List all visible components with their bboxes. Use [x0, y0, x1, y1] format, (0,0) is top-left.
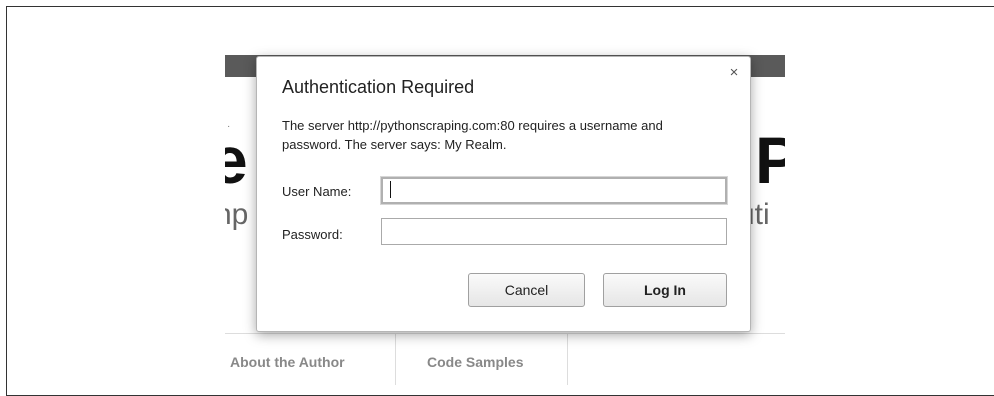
- dialog-message: The server http://pythonscraping.com:80 …: [282, 118, 663, 152]
- background-subheading-fragment-left: np: [225, 198, 249, 231]
- background-heading-fragment-right: P: [755, 123, 785, 197]
- text-cursor: [390, 181, 391, 198]
- close-icon[interactable]: ×: [727, 65, 741, 80]
- background-nav-bar: About the Author Code Samples: [225, 333, 785, 385]
- background-heading-fragment-left: e: [225, 123, 248, 197]
- dialog-title: Authentication Required: [282, 77, 475, 97]
- background-nav-divider: [395, 334, 396, 385]
- background-nav-code-samples[interactable]: Code Samples: [427, 354, 523, 370]
- authentication-dialog: Authentication Required × The server htt…: [256, 56, 751, 332]
- background-nav-about-author[interactable]: About the Author: [230, 354, 345, 370]
- background-nav-divider: [567, 334, 568, 385]
- username-label: User Name:: [282, 184, 352, 199]
- password-label: Password:: [282, 227, 343, 242]
- login-button[interactable]: Log In: [603, 273, 727, 307]
- cancel-button[interactable]: Cancel: [468, 273, 585, 307]
- username-input[interactable]: [381, 177, 727, 204]
- password-input[interactable]: [381, 218, 727, 245]
